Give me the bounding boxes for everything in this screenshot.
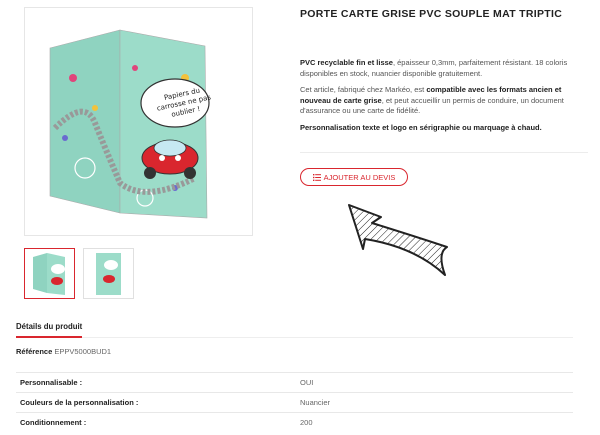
card-holder-illustration <box>49 29 210 219</box>
product-description: PVC recyclable fin et lisse, épaisseur 0… <box>300 58 588 139</box>
desc-paragraph-1: PVC recyclable fin et lisse, épaisseur 0… <box>300 58 568 78</box>
add-to-quote-button[interactable]: AJOUTER AU DEVIS <box>300 168 408 186</box>
thumbnail-list <box>24 248 134 299</box>
product-main-image[interactable] <box>24 7 253 236</box>
spec-key: Personnalisable : <box>16 372 296 393</box>
spec-key: Conditionnement : <box>16 412 296 433</box>
spec-value: Nuancier <box>296 392 573 413</box>
add-to-quote-label: AJOUTER AU DEVIS <box>323 172 396 182</box>
pointing-arrow-icon <box>348 204 448 276</box>
tab-product-details[interactable]: Détails du produit <box>16 322 83 338</box>
reference-label: Référence <box>16 347 53 356</box>
reference-value: EPPV5000BUD1 <box>54 347 112 356</box>
spec-value: OUI <box>296 372 573 393</box>
thumbnail-2[interactable] <box>83 248 134 299</box>
specs-table: Personnalisable : OUI Couleurs de la per… <box>16 372 573 433</box>
thumbnail-1[interactable] <box>24 248 75 299</box>
list-icon <box>312 173 321 181</box>
desc-paragraph-3: Personnalisation texte et logo en sérigr… <box>300 122 542 132</box>
product-tabs: Détails du produit <box>16 322 573 338</box>
product-title: PORTE CARTE GRISE PVC SOUPLE MAT TRIPTIC <box>300 8 563 20</box>
desc-paragraph-2: Cet article, fabriqué chez Markéo, est c… <box>300 85 564 115</box>
table-row: Personnalisable : OUI <box>16 372 573 393</box>
spec-key: Couleurs de la personnalisation : <box>16 392 296 413</box>
product-reference: Référence EPPV5000BUD1 <box>16 347 111 356</box>
divider <box>300 152 588 153</box>
table-row: Couleurs de la personnalisation : Nuanci… <box>16 392 573 413</box>
table-row: Conditionnement : 200 <box>16 412 573 433</box>
spec-value: 200 <box>296 412 573 433</box>
